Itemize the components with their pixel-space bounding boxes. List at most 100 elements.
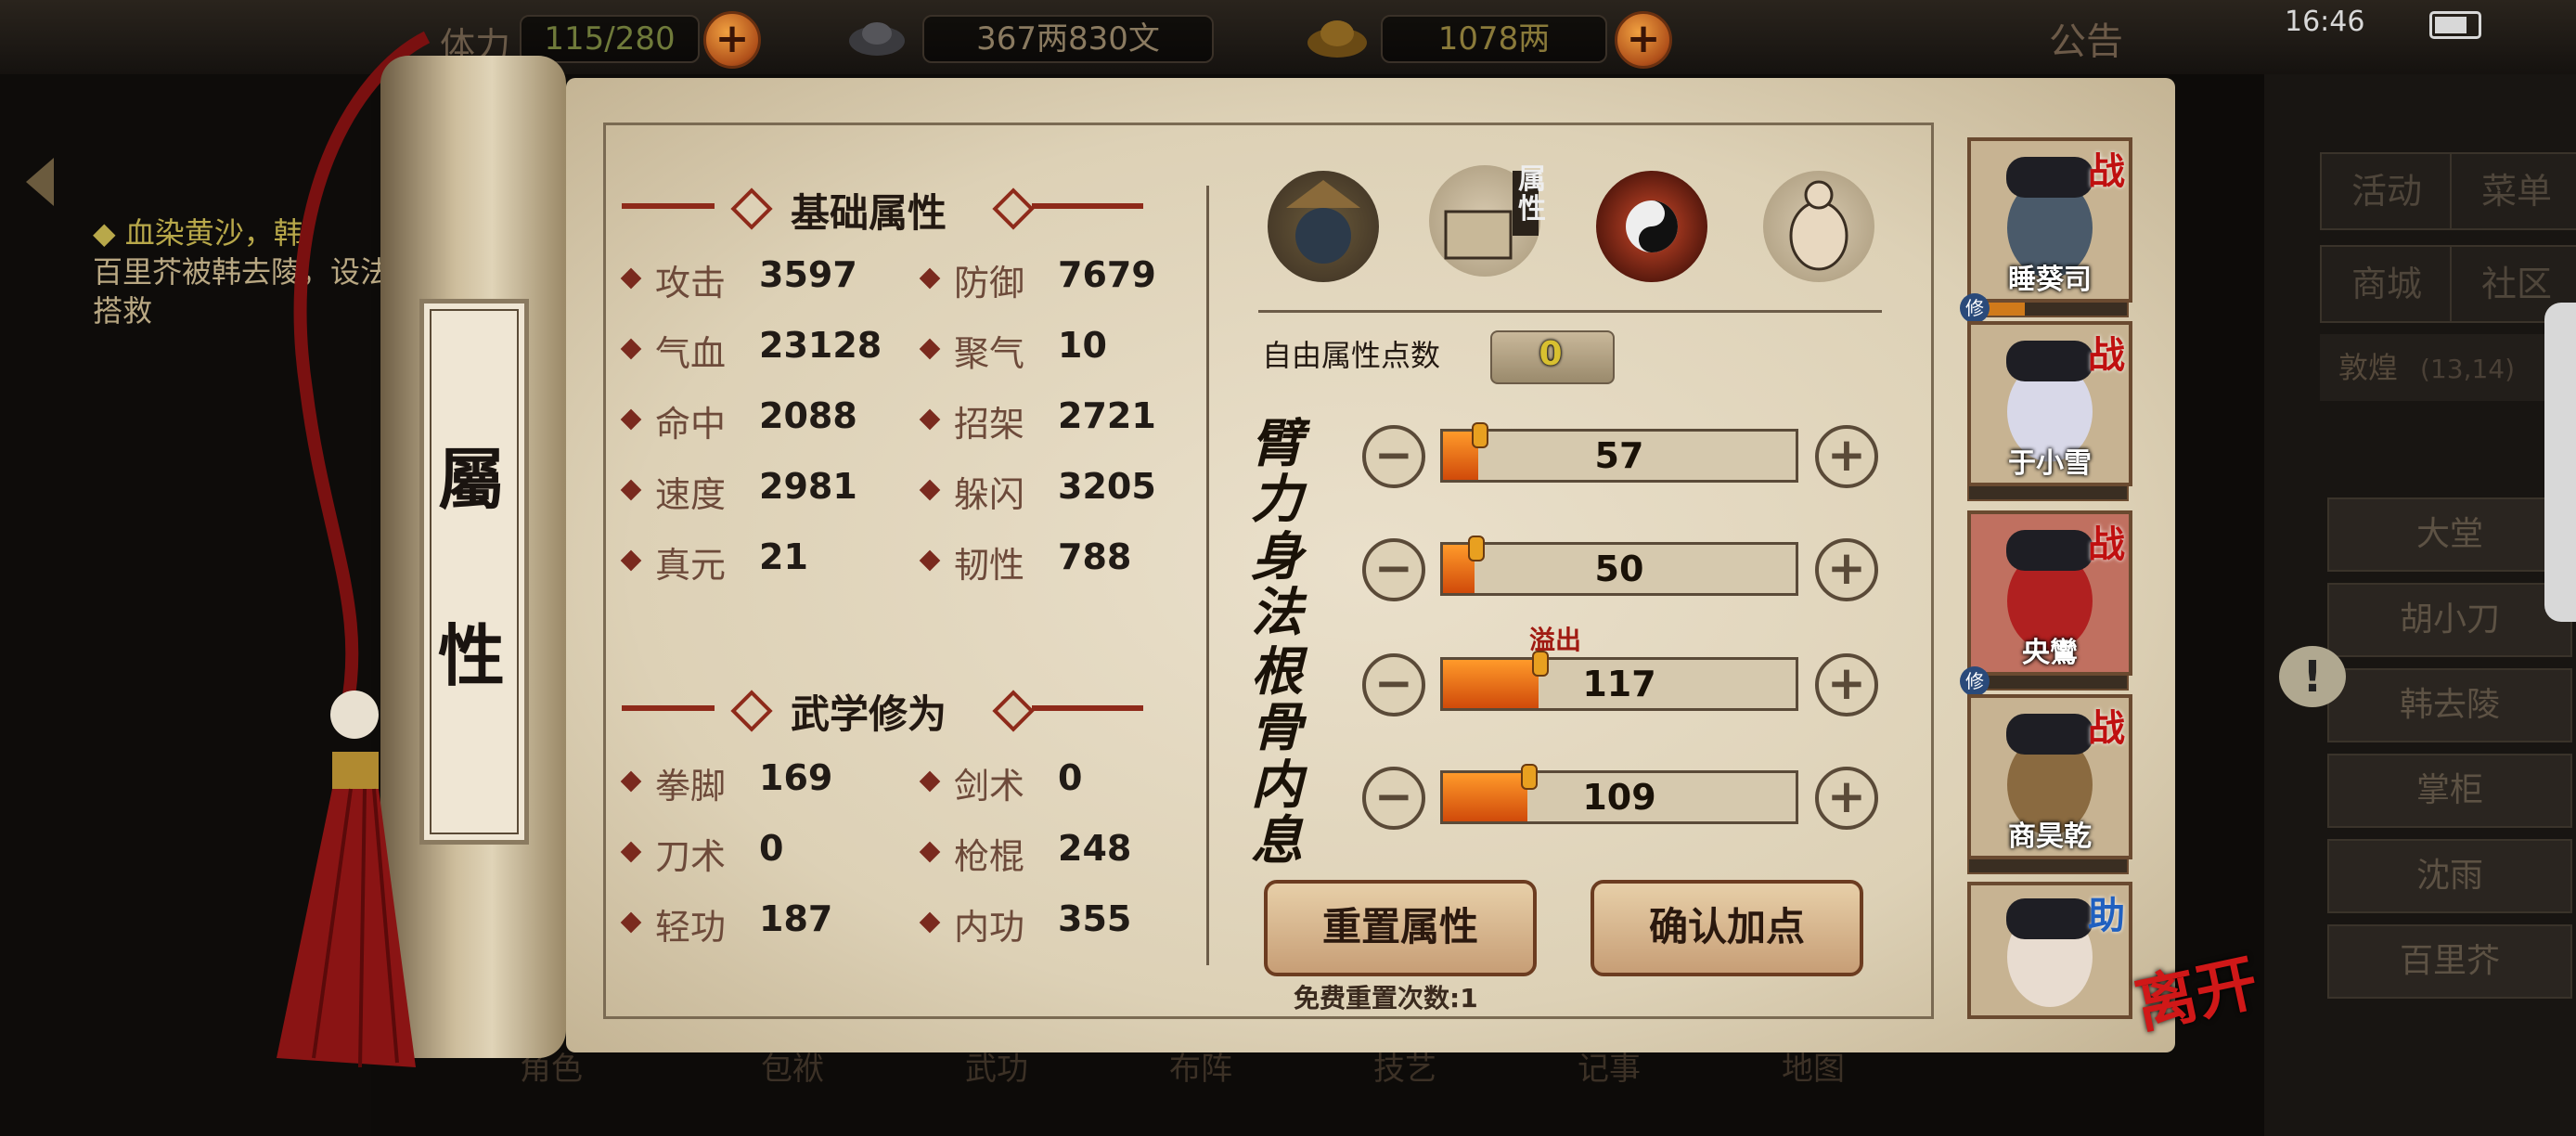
stat-label: 拳脚	[655, 766, 727, 807]
add-stamina-button[interactable]: +	[703, 11, 761, 69]
cultivate-icon: 修	[1960, 293, 1990, 323]
increase-button[interactable]: +	[1815, 538, 1878, 601]
reset-attributes-button[interactable]: 重置属性	[1264, 880, 1537, 976]
announcement-button[interactable]: 公告	[2049, 11, 2123, 65]
nav-bag[interactable]: 包袱	[761, 1043, 824, 1127]
decrease-button[interactable]: −	[1362, 425, 1425, 488]
stat-label: 真元	[655, 545, 727, 586]
column-divider	[1206, 186, 1209, 965]
confirm-points-button[interactable]: 确认加点	[1591, 880, 1863, 976]
menu-button[interactable]: 菜单	[2450, 152, 2576, 230]
attribute-name: 臂力	[1251, 413, 1303, 530]
stat-label: 剑术	[954, 766, 1025, 807]
tab-bagua-icon[interactable]	[1596, 171, 1707, 282]
cultivation-bar	[1967, 674, 2129, 691]
increase-button[interactable]: +	[1815, 653, 1878, 716]
cultivate-icon: 修	[1960, 666, 1990, 696]
scroll-title-box	[419, 299, 529, 845]
stat-label: 速度	[655, 474, 727, 515]
party-member-name: 于小雪	[2008, 447, 2092, 480]
attribute-value: 117	[1582, 664, 1656, 704]
attribute-bar: 109	[1440, 764, 1798, 824]
stat-value: 788	[1058, 536, 1132, 577]
silver-icon	[844, 13, 909, 61]
decrease-button[interactable]: −	[1362, 767, 1425, 830]
stat-value: 2088	[759, 395, 857, 436]
attribute-name: 内息	[1251, 755, 1303, 871]
free-reset-count: 免费重置次数:1	[1294, 983, 1478, 1013]
location-name: 敦煌	[2338, 350, 2399, 385]
nav-map[interactable]: 地图	[1782, 1043, 1845, 1127]
stat-value: 0	[1058, 757, 1083, 798]
battery-icon	[2429, 11, 2481, 39]
stat-label: 韧性	[954, 545, 1025, 586]
attribute-bar: 57	[1440, 422, 1798, 483]
stat-label: 枪棍	[954, 836, 1025, 877]
stat-value: 3597	[759, 254, 857, 295]
scroll-title-char: 性	[437, 616, 505, 695]
title-ornament	[1032, 705, 1143, 711]
free-points-label: 自由属性点数	[1262, 338, 1441, 373]
stat-label: 命中	[655, 404, 727, 445]
attribute-value: 109	[1582, 777, 1656, 818]
stat-label: 气血	[655, 333, 727, 374]
stat-value: 355	[1058, 898, 1132, 939]
tab-character-portrait-icon[interactable]	[1268, 171, 1379, 282]
party-member-name: 央鸞	[2022, 637, 2078, 669]
npc-item[interactable]: 韩去陵	[2327, 668, 2572, 742]
stat-value: 248	[1058, 828, 1132, 869]
stat-value: 169	[759, 757, 833, 798]
party-member-name: 商昊乾	[2008, 820, 2092, 853]
stat-value: 0	[759, 828, 784, 869]
side-drawer-handle[interactable]	[2544, 303, 2576, 622]
stat-value: 3205	[1058, 466, 1156, 507]
martial-cultivation-title: 武学修为	[791, 691, 947, 737]
cultivation-bar	[1967, 858, 2129, 874]
decrease-button[interactable]: −	[1362, 653, 1425, 716]
stat-value: 21	[759, 536, 808, 577]
battle-badge: 助	[2088, 894, 2125, 937]
npc-item[interactable]: 沈雨	[2327, 839, 2572, 913]
scroll-title-char: 屬	[437, 440, 505, 519]
free-points-value: 0	[1539, 335, 1563, 373]
tab-meridian-icon[interactable]	[1763, 171, 1874, 282]
collapse-arrow-icon[interactable]	[26, 158, 54, 206]
party-member-card[interactable]: 战商昊乾	[1967, 694, 2132, 859]
tab-divider	[1258, 310, 1882, 313]
stat-value: 7679	[1058, 254, 1156, 295]
increase-button[interactable]: +	[1815, 767, 1878, 830]
activity-button[interactable]: 活动	[2320, 152, 2454, 230]
nav-skills[interactable]: 技艺	[1373, 1043, 1436, 1127]
nav-formation[interactable]: 布阵	[1169, 1043, 1232, 1127]
silver-value: 367两830文	[922, 15, 1214, 63]
increase-button[interactable]: +	[1815, 425, 1878, 488]
party-member-card[interactable]: 战央鸞	[1967, 510, 2132, 676]
npc-item[interactable]: 掌柜	[2327, 754, 2572, 828]
stat-label: 内功	[954, 907, 1025, 948]
attribute-value: 57	[1594, 435, 1644, 476]
party-member-card[interactable]: 助	[1967, 882, 2132, 1019]
stamina-value: 115/280	[520, 15, 700, 63]
npc-item[interactable]: 百里芥	[2327, 924, 2572, 999]
npc-item[interactable]: 大堂	[2327, 497, 2572, 572]
npc-item[interactable]: 胡小刀	[2327, 583, 2572, 657]
party-member-card[interactable]: 战睡葵司	[1967, 137, 2132, 303]
battle-badge: 战	[2088, 706, 2125, 750]
decrease-button[interactable]: −	[1362, 538, 1425, 601]
title-ornament	[622, 203, 715, 209]
battle-badge: 战	[2088, 333, 2125, 377]
nav-martial[interactable]: 武功	[965, 1043, 1028, 1127]
add-gold-button[interactable]: +	[1615, 11, 1672, 69]
shop-button[interactable]: 商城	[2320, 245, 2454, 323]
title-ornament	[1032, 203, 1143, 209]
party-member-card[interactable]: 战于小雪	[1967, 321, 2132, 486]
alert-icon[interactable]: !	[2279, 646, 2346, 707]
overflow-label: 溢出	[1529, 625, 1582, 655]
cultivation-bar	[1967, 301, 2129, 317]
attribute-value: 50	[1594, 549, 1644, 589]
cultivation-bar	[1967, 484, 2129, 501]
gold-ingot-icon	[1305, 11, 1370, 63]
location-coords: (13,14)	[2420, 354, 2516, 384]
party-member-name: 睡葵司	[2008, 264, 2092, 296]
nav-journal[interactable]: 记事	[1578, 1043, 1641, 1127]
